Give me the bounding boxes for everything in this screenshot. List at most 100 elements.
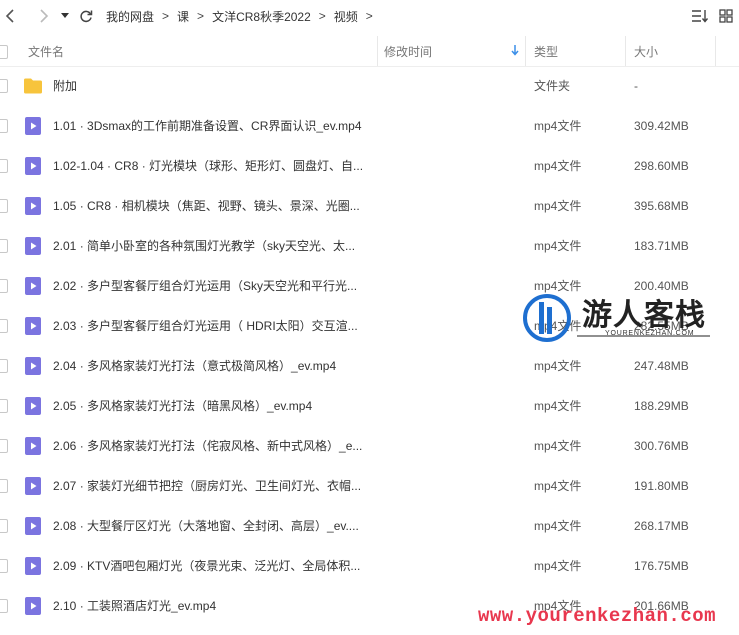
- file-list-header: 文件名 修改时间 类型 大小: [0, 36, 739, 67]
- chevron-right-icon: [40, 9, 49, 23]
- file-size: 395.68MB: [634, 199, 689, 213]
- breadcrumb-separator: >: [162, 9, 170, 23]
- file-name[interactable]: 2.07 · 家装灯光细节把控（厨房灯光、卫生间灯光、衣帽...: [53, 466, 361, 506]
- file-name[interactable]: 2.05 · 多风格家装灯光打法（暗黑风格）_ev.mp4: [53, 386, 312, 426]
- row-checkbox[interactable]: [0, 359, 8, 373]
- video-file-icon: [25, 237, 41, 255]
- column-header-size[interactable]: 大小: [634, 36, 658, 66]
- file-name[interactable]: 1.02-1.04 · CR8 · 灯光模块（球形、矩形灯、圆盘灯、自...: [53, 146, 363, 186]
- select-all-checkbox[interactable]: [0, 45, 8, 59]
- column-header-modified[interactable]: 修改时间: [384, 36, 432, 66]
- column-divider[interactable]: [525, 36, 526, 66]
- column-divider[interactable]: [625, 36, 626, 66]
- file-size: 298.60MB: [634, 159, 689, 173]
- file-row[interactable]: 2.05 · 多风格家装灯光打法（暗黑风格）_ev.mp4 mp4文件 188.29…: [0, 386, 739, 426]
- video-file-icon: [25, 517, 41, 535]
- file-size: 191.80MB: [634, 479, 689, 493]
- grid-view-button[interactable]: [713, 3, 739, 29]
- file-size: 247.48MB: [634, 359, 689, 373]
- breadcrumb-item-course[interactable]: 课: [177, 8, 189, 25]
- file-type: mp4文件: [534, 119, 582, 133]
- video-file-icon: [25, 197, 41, 215]
- sort-view-button[interactable]: [687, 3, 713, 29]
- back-button[interactable]: [0, 6, 20, 26]
- file-name[interactable]: 2.06 · 多风格家装灯光打法（侘寂风格、新中式风格）_e...: [53, 426, 362, 466]
- file-row[interactable]: 2.08 · 大型餐厅区灯光（大落地窗、全封闭、高层）_ev.... mp4文件 2…: [0, 506, 739, 546]
- file-name[interactable]: 2.09 · KTV酒吧包厢灯光（夜景光束、泛光灯、全局体积...: [53, 546, 360, 586]
- sort-descending-icon[interactable]: [510, 44, 520, 56]
- file-size: 309.42MB: [634, 119, 689, 133]
- file-type: mp4文件: [534, 199, 582, 213]
- refresh-button[interactable]: [76, 6, 96, 26]
- file-size: 176.75MB: [634, 559, 689, 573]
- grid-icon: [719, 9, 733, 23]
- row-checkbox[interactable]: [0, 279, 8, 293]
- row-checkbox[interactable]: [0, 159, 8, 173]
- column-divider[interactable]: [377, 36, 378, 66]
- file-size: -: [634, 79, 638, 93]
- watermark-url: www.yourenkezhan.com: [478, 605, 717, 627]
- row-checkbox[interactable]: [0, 479, 8, 493]
- video-file-icon: [25, 437, 41, 455]
- row-checkbox[interactable]: [0, 319, 8, 333]
- folder-icon: [24, 78, 42, 94]
- file-name[interactable]: 2.01 · 简单小卧室的各种氛围灯光教学（sky天空光、太...: [53, 226, 355, 266]
- file-row[interactable]: 2.07 · 家装灯光细节把控（厨房灯光、卫生间灯光、衣帽... mp4文件 191…: [0, 466, 739, 506]
- file-name[interactable]: 附加: [53, 66, 77, 106]
- history-dropdown-button[interactable]: [58, 6, 72, 26]
- row-checkbox[interactable]: [0, 559, 8, 573]
- row-checkbox[interactable]: [0, 239, 8, 253]
- video-file-icon: [25, 557, 41, 575]
- video-file-icon: [25, 477, 41, 495]
- file-type: mp4文件: [534, 439, 582, 453]
- file-name[interactable]: 2.10 · 工装照酒店灯光_ev.mp4: [53, 586, 216, 626]
- row-checkbox[interactable]: [0, 399, 8, 413]
- video-file-icon: [25, 597, 41, 615]
- row-checkbox[interactable]: [0, 599, 8, 613]
- sort-list-icon: [692, 10, 709, 23]
- row-checkbox[interactable]: [0, 519, 8, 533]
- file-row[interactable]: 2.01 · 简单小卧室的各种氛围灯光教学（sky天空光、太... mp4文件 18…: [0, 226, 739, 266]
- file-row[interactable]: 2.09 · KTV酒吧包厢灯光（夜景光束、泛光灯、全局体积... mp4文件 17…: [0, 546, 739, 586]
- row-checkbox[interactable]: [0, 199, 8, 213]
- video-file-icon: [25, 157, 41, 175]
- file-name[interactable]: 2.02 · 多户型客餐厅组合灯光运用（Sky天空光和平行光...: [53, 266, 357, 306]
- column-divider[interactable]: [715, 36, 716, 66]
- video-file-icon: [25, 397, 41, 415]
- column-header-name[interactable]: 文件名: [28, 36, 64, 66]
- file-row[interactable]: 1.05 · CR8 · 相机模块（焦距、视野、镜头、景深、光圈... mp4文件…: [0, 186, 739, 226]
- file-type: mp4文件: [534, 559, 582, 573]
- breadcrumb-item-root[interactable]: 我的网盘: [106, 8, 154, 25]
- breadcrumb-item-current[interactable]: 视频: [334, 8, 358, 25]
- file-name[interactable]: 1.05 · CR8 · 相机模块（焦距、视野、镜头、景深、光圈...: [53, 186, 360, 226]
- file-row[interactable]: 2.06 · 多风格家装灯光打法（侘寂风格、新中式风格）_e... mp4文件 30…: [0, 426, 739, 466]
- file-size: 268.17MB: [634, 519, 689, 533]
- file-name[interactable]: 2.08 · 大型餐厅区灯光（大落地窗、全封闭、高层）_ev....: [53, 506, 359, 546]
- file-name[interactable]: 2.04 · 多风格家装灯光打法（意式极简风格）_ev.mp4: [53, 346, 336, 386]
- file-row[interactable]: 2.04 · 多风格家装灯光打法（意式极简风格）_ev.mp4 mp4文件 247.…: [0, 346, 739, 386]
- breadcrumb-separator: >: [197, 9, 205, 23]
- watermark-subtitle: YOURENKEZHAN.COM: [605, 330, 695, 337]
- chevron-left-icon: [5, 9, 14, 23]
- top-nav-bar: 我的网盘 > 课 > 文洋CR8秋季2022 > 视频 >: [0, 0, 739, 32]
- video-file-icon: [25, 317, 41, 335]
- breadcrumb-item-collection[interactable]: 文洋CR8秋季2022: [212, 8, 311, 25]
- breadcrumb-separator: >: [318, 9, 326, 23]
- file-name[interactable]: 1.01 · 3Dsmax的工作前期准备设置、CR界面认识_ev.mp4: [53, 106, 362, 146]
- refresh-icon: [80, 10, 93, 23]
- forward-button[interactable]: [34, 6, 54, 26]
- column-header-type[interactable]: 类型: [534, 36, 558, 66]
- breadcrumb-separator: >: [365, 9, 373, 23]
- file-type: mp4文件: [534, 399, 582, 413]
- video-file-icon: [25, 117, 41, 135]
- caret-down-icon: [61, 13, 69, 18]
- row-checkbox[interactable]: [0, 439, 8, 453]
- file-size: 300.76MB: [634, 439, 689, 453]
- file-row[interactable]: 附加 文件夹 -: [0, 66, 739, 106]
- file-name[interactable]: 2.03 · 多户型客餐厅组合灯光运用（ HDRI太阳）交互渲...: [53, 306, 358, 346]
- file-row[interactable]: 1.02-1.04 · CR8 · 灯光模块（球形、矩形灯、圆盘灯、自... mp…: [0, 146, 739, 186]
- row-checkbox[interactable]: [0, 79, 8, 93]
- row-checkbox[interactable]: [0, 119, 8, 133]
- file-row[interactable]: 1.01 · 3Dsmax的工作前期准备设置、CR界面认识_ev.mp4 mp4文…: [0, 106, 739, 146]
- view-controls: [687, 0, 739, 32]
